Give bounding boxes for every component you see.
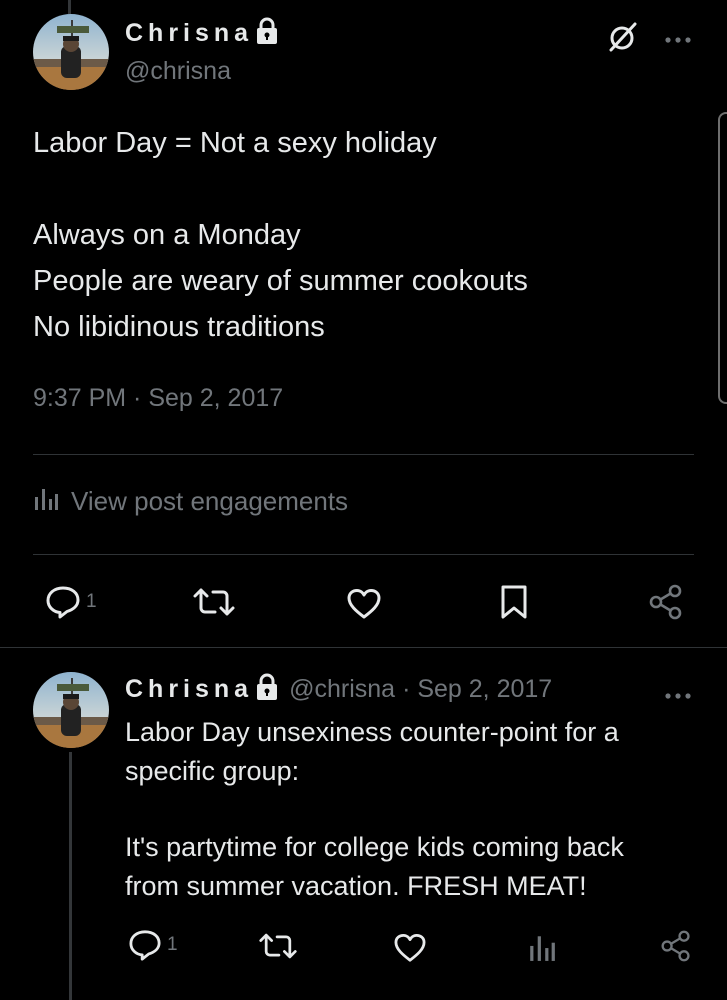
view-engagements-link[interactable]: View post engagements <box>33 485 348 518</box>
heart-icon <box>394 933 426 962</box>
reply-count: 1 <box>167 934 178 955</box>
scrollbar[interactable] <box>718 112 727 404</box>
thread-connector-line <box>68 0 71 14</box>
post-text-blank-line <box>33 166 528 212</box>
reply-text-line: specific group: <box>125 756 300 786</box>
more-options-icon[interactable] <box>664 31 692 49</box>
bookmark-icon <box>501 585 527 619</box>
post-detail-page: Chrisna @chrisna Labor Day = Not a sexy … <box>0 0 727 1000</box>
heart-icon <box>347 589 381 619</box>
share-button[interactable] <box>648 584 684 620</box>
share-icon <box>661 930 690 962</box>
repost-button[interactable] <box>192 587 236 617</box>
reply-author-row[interactable]: Chrisna @chrisna · Sep 2, 2017 <box>125 673 552 706</box>
post-text-line: Always on a Monday <box>33 219 301 251</box>
repost-button[interactable] <box>258 932 298 960</box>
lock-icon <box>255 673 279 706</box>
bookmark-button[interactable] <box>499 584 529 620</box>
like-button[interactable] <box>393 933 427 963</box>
author-display-name[interactable]: Chrisna <box>125 19 253 48</box>
post-text-line: People are weary of summer cookouts <box>33 265 528 297</box>
author-handle[interactable]: @chrisna <box>125 57 231 86</box>
reply-button[interactable]: 1 <box>45 585 97 619</box>
view-engagements-label[interactable]: View post engagements <box>71 486 348 517</box>
reply-text: Labor Day unsexiness counter-point for a… <box>125 713 624 906</box>
reply-icon <box>46 586 80 619</box>
post-text: Labor Day = Not a sexy holiday Always on… <box>33 120 528 350</box>
avatar[interactable] <box>33 672 109 748</box>
avatar[interactable] <box>33 14 109 90</box>
repost-icon <box>259 933 297 959</box>
divider <box>33 554 694 555</box>
reply-text-blank-line <box>125 791 624 828</box>
divider <box>33 454 694 455</box>
post-text-line: Labor Day = Not a sexy holiday <box>33 127 437 159</box>
analytics-icon <box>33 485 59 518</box>
reply-text-line: Labor Day unsexiness counter-point for a <box>125 717 619 747</box>
reply-author-display-name[interactable]: Chrisna <box>125 675 253 704</box>
reply-text-line: It's partytime for college kids coming b… <box>125 832 624 862</box>
reply-count: 1 <box>86 591 97 612</box>
post-text-line: No libidinous traditions <box>33 311 325 343</box>
thread-connector-line <box>69 752 72 1000</box>
post-timestamp[interactable]: 9:37 PM · Sep 2, 2017 <box>33 384 283 413</box>
reply-author-handle[interactable]: @chrisna <box>289 675 395 704</box>
analytics-icon <box>530 936 555 961</box>
repost-icon <box>193 588 235 616</box>
more-options-icon[interactable] <box>664 687 692 705</box>
share-button[interactable] <box>660 929 692 963</box>
analytics-button[interactable] <box>528 932 556 962</box>
reply-button[interactable]: 1 <box>128 929 178 961</box>
share-icon <box>649 584 682 620</box>
reply-date[interactable]: · Sep 2, 2017 <box>402 675 552 704</box>
lock-icon <box>255 17 279 50</box>
reply-text-line: from summer vacation. FRESH MEAT! <box>125 871 587 901</box>
author-name-row[interactable]: Chrisna <box>125 17 279 50</box>
divider <box>0 647 727 648</box>
like-button[interactable] <box>346 588 382 620</box>
grok-icon[interactable] <box>607 20 639 59</box>
reply-icon <box>129 930 161 961</box>
